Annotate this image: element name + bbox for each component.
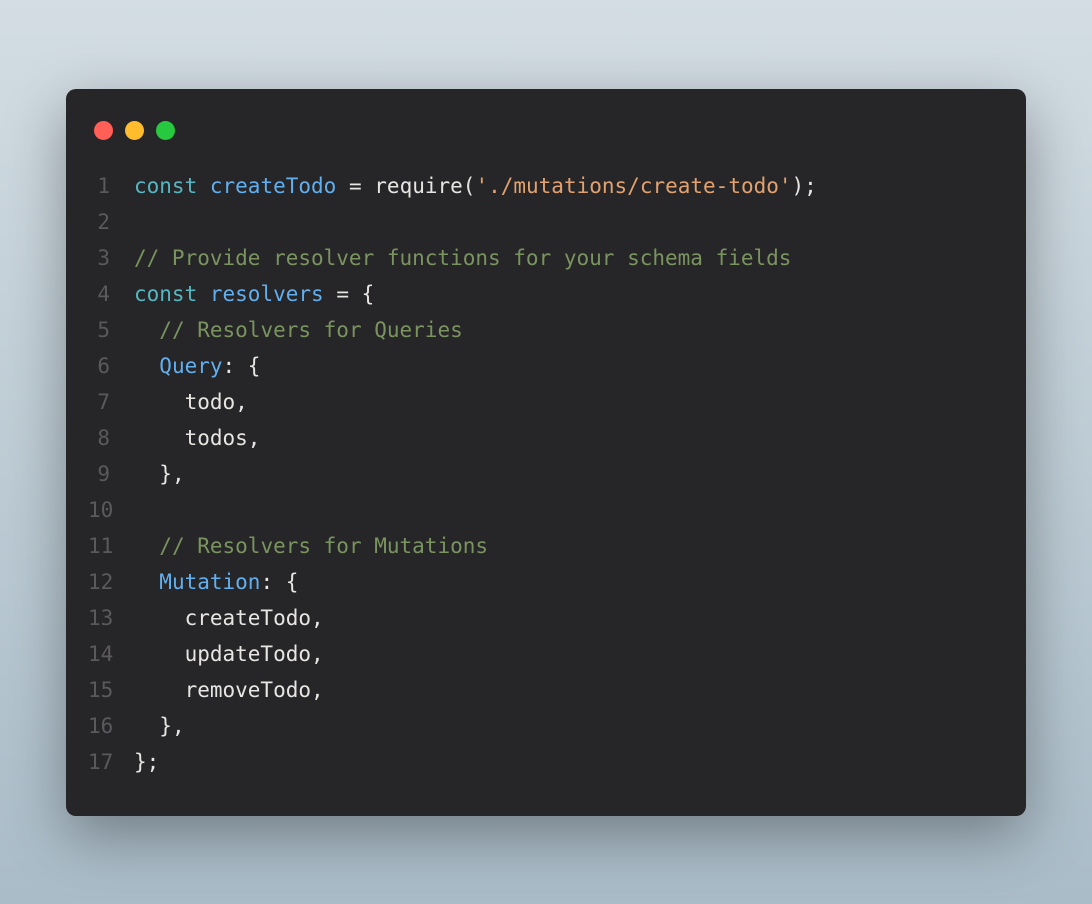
code-line: 16 }, — [88, 708, 1004, 744]
line-number: 8 — [88, 420, 134, 456]
line-number: 4 — [88, 276, 134, 312]
code-text: // Resolvers for Queries — [134, 312, 463, 348]
code-text: const resolvers = { — [134, 276, 374, 312]
code-line: 1const createTodo = require('./mutations… — [88, 168, 1004, 204]
code-line: 7 todo, — [88, 384, 1004, 420]
line-number: 1 — [88, 168, 134, 204]
code-line: 5 // Resolvers for Queries — [88, 312, 1004, 348]
code-editor[interactable]: 1const createTodo = require('./mutations… — [66, 168, 1026, 780]
code-line: 3// Provide resolver functions for your … — [88, 240, 1004, 276]
code-text: }, — [134, 708, 185, 744]
code-text: // Resolvers for Mutations — [134, 528, 488, 564]
code-text: Mutation: { — [134, 564, 298, 600]
code-text: createTodo, — [134, 600, 324, 636]
code-text: todos, — [134, 420, 260, 456]
code-line: 14 updateTodo, — [88, 636, 1004, 672]
line-number: 15 — [88, 672, 134, 708]
line-number: 11 — [88, 528, 134, 564]
line-number: 9 — [88, 456, 134, 492]
minimize-icon[interactable] — [125, 121, 144, 140]
code-text: }; — [134, 744, 159, 780]
line-number: 3 — [88, 240, 134, 276]
code-text: // Provide resolver functions for your s… — [134, 240, 791, 276]
code-line: 10 — [88, 492, 1004, 528]
code-line: 2 — [88, 204, 1004, 240]
line-number: 5 — [88, 312, 134, 348]
code-line: 15 removeTodo, — [88, 672, 1004, 708]
code-line: 17}; — [88, 744, 1004, 780]
code-text: todo, — [134, 384, 248, 420]
line-number: 2 — [88, 204, 134, 240]
line-number: 7 — [88, 384, 134, 420]
code-text: updateTodo, — [134, 636, 324, 672]
line-number: 17 — [88, 744, 134, 780]
code-line: 4const resolvers = { — [88, 276, 1004, 312]
line-number: 10 — [88, 492, 134, 528]
code-text: Query: { — [134, 348, 260, 384]
line-number: 12 — [88, 564, 134, 600]
code-text: const createTodo = require('./mutations/… — [134, 168, 817, 204]
code-line: 11 // Resolvers for Mutations — [88, 528, 1004, 564]
titlebar — [66, 113, 1026, 168]
line-number: 13 — [88, 600, 134, 636]
line-number: 16 — [88, 708, 134, 744]
code-line: 9 }, — [88, 456, 1004, 492]
code-line: 13 createTodo, — [88, 600, 1004, 636]
code-text: removeTodo, — [134, 672, 324, 708]
code-line: 12 Mutation: { — [88, 564, 1004, 600]
maximize-icon[interactable] — [156, 121, 175, 140]
line-number: 14 — [88, 636, 134, 672]
close-icon[interactable] — [94, 121, 113, 140]
code-line: 8 todos, — [88, 420, 1004, 456]
code-text: }, — [134, 456, 185, 492]
code-window: 1const createTodo = require('./mutations… — [66, 89, 1026, 816]
code-line: 6 Query: { — [88, 348, 1004, 384]
line-number: 6 — [88, 348, 134, 384]
